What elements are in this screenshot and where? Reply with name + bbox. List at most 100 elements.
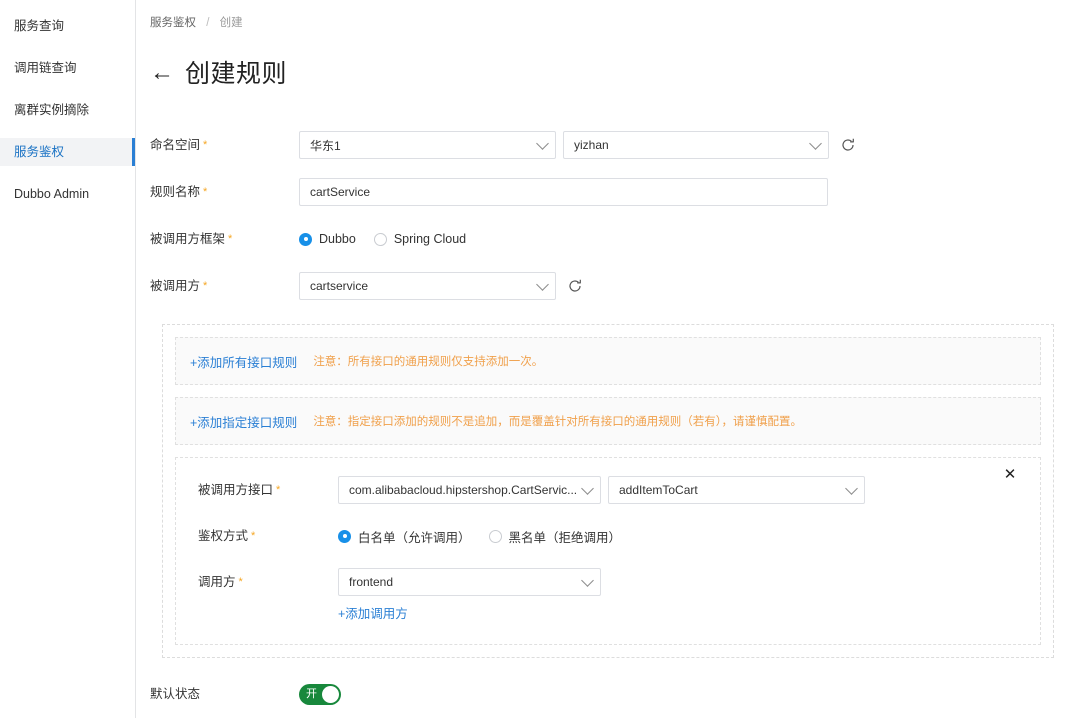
interface-class-value: com.alibabacloud.hipstershop.CartServic.… — [349, 483, 578, 497]
framework-label: 被调用方框架 * — [150, 225, 299, 253]
callee-label-text: 被调用方 — [150, 279, 201, 293]
auth-mode-radio-group: 白名单（允许调用） 黑名单（拒绝调用） — [338, 522, 621, 550]
framework-radio-group: Dubbo Spring Cloud — [299, 225, 466, 253]
callee-select[interactable]: cartservice — [299, 272, 556, 300]
default-state-label: 默认状态 — [150, 687, 201, 701]
callee-select-value: cartservice — [310, 279, 369, 293]
breadcrumb: 服务鉴权 / 创建 — [148, 14, 1080, 30]
interface-label-text: 被调用方接口 — [198, 483, 274, 497]
sidebar-item-outlier-removal[interactable]: 离群实例摘除 — [0, 96, 135, 124]
interface-class-select[interactable]: com.alibabacloud.hipstershop.CartServic.… — [338, 476, 601, 504]
interface-method-value: addItemToCart — [619, 483, 698, 497]
card-row-interface: 被调用方接口 * com.alibabacloud.hipstershop.Car… — [188, 476, 1028, 504]
caller-controls: frontend +添加调用方 — [338, 568, 601, 622]
required-marker: * — [238, 576, 243, 588]
add-caller-link[interactable]: +添加调用方 — [338, 603, 601, 622]
breadcrumb-parent[interactable]: 服务鉴权 — [150, 17, 196, 29]
rule-name-input[interactable] — [299, 178, 828, 206]
framework-label-text: 被调用方框架 — [150, 232, 226, 246]
namespace-label-text: 命名空间 — [150, 138, 201, 152]
namespace-select-value: yizhan — [574, 138, 609, 152]
form-row-callee: 被调用方 * cartservice — [148, 272, 1080, 300]
sidebar-item-service-auth[interactable]: 服务鉴权 — [0, 138, 135, 166]
sidebar-item-trace-query[interactable]: 调用链查询 — [0, 54, 135, 82]
required-marker: * — [203, 186, 208, 198]
add-specific-interface-link[interactable]: +添加指定接口规则 — [190, 412, 297, 431]
add-specific-interface-box: +添加指定接口规则 注意：指定接口添加的规则不是追加，而是覆盖针对所有接口的通用… — [175, 397, 1041, 445]
region-select[interactable]: 华东1 — [299, 131, 556, 159]
caller-label: 调用方 * — [198, 568, 338, 596]
add-all-interfaces-link[interactable]: +添加所有接口规则 — [190, 352, 297, 371]
page-header: ← 创建规则 — [148, 44, 1080, 105]
interface-controls: com.alibabacloud.hipstershop.CartServic.… — [338, 476, 865, 504]
caller-select-value: frontend — [349, 575, 394, 589]
sidebar-item-label: 调用链查询 — [14, 61, 77, 75]
framework-radio-label: Dubbo — [319, 232, 356, 246]
sidebar-item-dubbo-admin[interactable]: Dubbo Admin — [0, 180, 135, 208]
chevron-down-icon — [809, 137, 822, 150]
required-marker: * — [203, 139, 208, 151]
region-select-value: 华东1 — [310, 138, 341, 153]
add-all-interfaces-box: +添加所有接口规则 注意：所有接口的通用规则仅支持添加一次。 — [175, 337, 1041, 385]
form-row-framework: 被调用方框架 * Dubbo Spring Cloud — [148, 225, 1080, 253]
chevron-down-icon — [845, 482, 858, 495]
main-content: 服务鉴权 / 创建 ← 创建规则 命名空间 * 华东1 yizhan 规则名称 … — [136, 0, 1080, 718]
radio-selected-icon — [299, 232, 312, 246]
framework-radio-spring-cloud[interactable]: Spring Cloud — [373, 232, 467, 246]
chevron-down-icon — [536, 137, 549, 150]
sidebar-item-label: 离群实例摘除 — [14, 103, 90, 117]
framework-radio-dubbo[interactable]: Dubbo — [299, 232, 356, 246]
radio-unselected-icon — [488, 529, 502, 543]
interface-label: 被调用方接口 * — [198, 476, 338, 504]
sidebar-item-label: 服务查询 — [14, 19, 65, 33]
add-all-interfaces-note: 注意：所有接口的通用规则仅支持添加一次。 — [313, 356, 544, 368]
callee-controls: cartservice — [299, 272, 584, 300]
auth-mode-radio-whitelist[interactable]: 白名单（允许调用） — [338, 527, 471, 546]
radio-selected-icon — [338, 529, 351, 543]
sidebar-item-service-query[interactable]: 服务查询 — [0, 12, 135, 40]
default-state-toggle[interactable]: 开 — [299, 683, 341, 705]
callee-label: 被调用方 * — [150, 272, 299, 300]
namespace-controls: 华东1 yizhan — [299, 131, 857, 159]
chevron-down-icon — [581, 574, 594, 587]
auth-mode-radio-label: 白名单（允许调用） — [358, 530, 471, 545]
chevron-down-icon — [536, 278, 549, 291]
auth-mode-radio-label: 黑名单（拒绝调用） — [508, 530, 622, 545]
auth-mode-radio-blacklist[interactable]: 黑名单（拒绝调用） — [488, 527, 622, 546]
page-title: 创建规则 — [185, 59, 288, 88]
breadcrumb-separator: / — [206, 17, 210, 29]
required-marker: * — [276, 484, 281, 496]
rule-name-label-text: 规则名称 — [150, 185, 201, 199]
back-arrow-icon[interactable]: ← — [150, 61, 174, 85]
toggle-knob — [322, 685, 339, 703]
form-row-namespace: 命名空间 * 华东1 yizhan — [148, 131, 1080, 159]
caller-select[interactable]: frontend — [338, 568, 601, 596]
interface-method-select[interactable]: addItemToCart — [608, 476, 865, 504]
required-marker: * — [228, 233, 233, 245]
required-marker: * — [203, 280, 208, 292]
app-root: 服务查询 调用链查询 离群实例摘除 服务鉴权 Dubbo Admin 服务鉴权 … — [0, 0, 1080, 718]
card-row-auth-mode: 鉴权方式 * 白名单（允许调用） 黑名单（拒绝调用） — [188, 522, 1028, 550]
rule-name-controls — [299, 178, 828, 206]
rule-name-label: 规则名称 * — [150, 178, 299, 206]
auth-mode-label-text: 鉴权方式 — [198, 529, 249, 543]
breadcrumb-current: 创建 — [219, 17, 243, 29]
refresh-icon[interactable] — [839, 136, 857, 154]
default-state-row: 默认状态 开 — [150, 680, 1080, 708]
sidebar: 服务查询 调用链查询 离群实例摘除 服务鉴权 Dubbo Admin — [0, 0, 136, 718]
chevron-down-icon — [581, 482, 594, 495]
framework-radio-label: Spring Cloud — [393, 232, 467, 246]
sidebar-item-label: Dubbo Admin — [14, 187, 90, 201]
card-row-caller: 调用方 * frontend +添加调用方 — [188, 568, 1028, 622]
rule-card: ✕ 被调用方接口 * com.alibabacloud.hipstershop.C… — [175, 457, 1041, 645]
close-icon[interactable]: ✕ — [1002, 467, 1018, 483]
rules-container: +添加所有接口规则 注意：所有接口的通用规则仅支持添加一次。 +添加指定接口规则… — [162, 324, 1054, 658]
refresh-icon[interactable] — [566, 277, 584, 295]
namespace-select[interactable]: yizhan — [563, 131, 829, 159]
radio-unselected-icon — [373, 232, 387, 246]
sidebar-item-label: 服务鉴权 — [14, 145, 65, 159]
form-row-rule-name: 规则名称 * — [148, 178, 1080, 206]
auth-mode-label: 鉴权方式 * — [198, 522, 338, 550]
toggle-label: 开 — [306, 687, 317, 700]
add-specific-interface-note: 注意：指定接口添加的规则不是追加，而是覆盖针对所有接口的通用规则（若有），请谨慎… — [313, 416, 803, 428]
